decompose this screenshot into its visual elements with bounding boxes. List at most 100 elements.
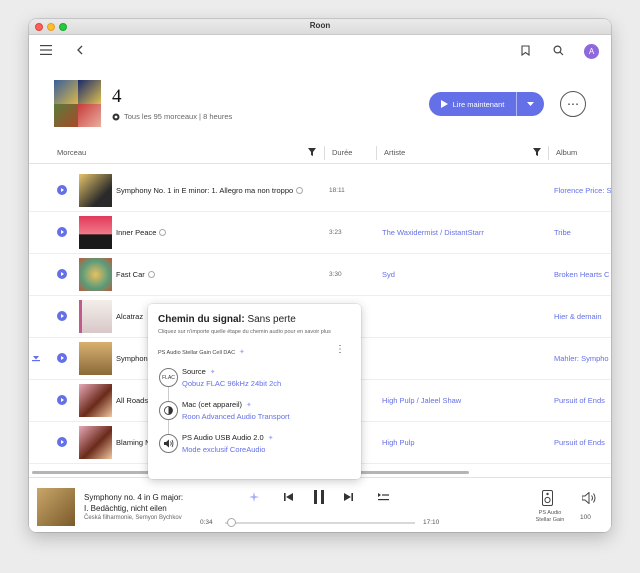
sparkle-icon[interactable] bbox=[249, 492, 259, 502]
playlist-subtitle: Tous les 95 morceaux | 8 heures bbox=[112, 112, 232, 121]
bookmark-icon[interactable] bbox=[518, 43, 532, 57]
track-artist[interactable]: The Waxidermist / DistantStarr bbox=[382, 228, 484, 237]
track-column-headers: Morceau Durée Artiste Album bbox=[29, 142, 611, 164]
album-thumbnail bbox=[79, 216, 112, 249]
play-options-dropdown[interactable] bbox=[517, 92, 544, 116]
info-icon[interactable] bbox=[147, 271, 155, 278]
album-thumbnail bbox=[79, 342, 112, 375]
play-icon bbox=[440, 100, 448, 108]
qobuz-icon bbox=[112, 113, 120, 120]
signal-path-device[interactable]: PS Audio Stellar Gain Cell DAC ✦ bbox=[158, 348, 245, 356]
play-track-button[interactable] bbox=[57, 185, 67, 195]
column-track[interactable]: Morceau bbox=[57, 148, 86, 157]
now-playing-bar: Symphony no. 4 in G major: I. Bedächtig,… bbox=[29, 477, 611, 532]
filter-icon[interactable] bbox=[533, 148, 541, 156]
playlist-header: 4 Tous les 95 morceaux | 8 heures Lire m… bbox=[29, 66, 611, 151]
volume-icon[interactable] bbox=[582, 492, 597, 504]
signal-quality: Sans perte bbox=[247, 314, 296, 325]
column-artist[interactable]: Artiste bbox=[384, 148, 405, 157]
flac-node-icon[interactable]: FLAC bbox=[159, 368, 178, 387]
sparkle-icon: ✦ bbox=[209, 369, 216, 376]
volume-level: 100 bbox=[580, 514, 591, 521]
track-album[interactable]: Tribe bbox=[554, 228, 571, 237]
step-output-detail[interactable]: Mode exclusif CoreAudio bbox=[182, 445, 265, 454]
skip-next-icon[interactable] bbox=[343, 492, 353, 502]
speaker-node-icon[interactable] bbox=[159, 434, 178, 453]
play-track-button[interactable] bbox=[57, 395, 67, 405]
sparkle-icon: ✦ bbox=[239, 349, 245, 356]
step-source-detail[interactable]: Qobuz FLAC 96kHz 24bit 2ch bbox=[182, 379, 281, 388]
download-icon bbox=[32, 356, 40, 362]
track-artist[interactable]: High Pulp bbox=[382, 438, 415, 447]
table-row[interactable]: Symphony No. 1 in E minor: 1. Allegro ma… bbox=[29, 170, 611, 212]
column-divider bbox=[376, 146, 377, 160]
audio-zone[interactable]: PS Audio Stellar Gain bbox=[525, 510, 575, 524]
column-divider bbox=[548, 146, 549, 160]
step-mac-detail[interactable]: Roon Advanced Audio Transport bbox=[182, 412, 290, 421]
top-bar: A bbox=[29, 36, 611, 66]
sparkle-icon: ✦ bbox=[246, 402, 252, 409]
progress-handle[interactable] bbox=[226, 518, 236, 527]
play-track-button[interactable] bbox=[57, 311, 67, 321]
play-now-button[interactable]: Lire maintenant bbox=[429, 92, 544, 116]
title-bar: Roon bbox=[29, 19, 611, 35]
window-title: Roon bbox=[309, 21, 331, 30]
track-title[interactable]: Fast Car bbox=[116, 270, 155, 279]
track-album[interactable]: Broken Hearts C bbox=[554, 270, 609, 279]
column-divider bbox=[324, 146, 325, 160]
play-track-button[interactable] bbox=[57, 269, 67, 279]
back-icon[interactable] bbox=[73, 43, 87, 57]
kebab-menu-icon[interactable]: ⋮ bbox=[335, 344, 345, 355]
now-playing-cover[interactable] bbox=[37, 488, 75, 526]
total-time: 17:10 bbox=[423, 519, 440, 526]
signal-path-popup: Chemin du signal: Sans perte Cliquez sur… bbox=[148, 304, 361, 479]
track-duration: 18:11 bbox=[329, 187, 345, 194]
track-title[interactable]: Blaming N bbox=[116, 438, 151, 447]
track-title[interactable]: Inner Peace bbox=[116, 228, 167, 237]
filter-icon[interactable] bbox=[308, 148, 316, 156]
step-output-title[interactable]: PS Audio USB Audio 2.0 ✦ bbox=[182, 433, 274, 442]
mac-node-icon[interactable] bbox=[159, 401, 178, 420]
track-album[interactable]: Mahler: Sympho bbox=[554, 354, 609, 363]
user-avatar[interactable]: A bbox=[584, 44, 599, 59]
elapsed-time: 0:34 bbox=[200, 519, 213, 526]
step-source-title[interactable]: Source ✦ bbox=[182, 367, 216, 376]
track-artist[interactable]: High Pulp / Jaleel Shaw bbox=[382, 396, 461, 405]
track-title[interactable]: Symphony No. 1 in E minor: 1. Allegro ma… bbox=[116, 186, 304, 195]
column-duration[interactable]: Durée bbox=[332, 148, 352, 157]
track-duration: 3:23 bbox=[329, 229, 342, 236]
info-icon[interactable] bbox=[159, 229, 167, 236]
pause-icon[interactable] bbox=[313, 490, 325, 504]
now-playing-artist[interactable]: Česká filharmonie, Semyon Bychkov bbox=[84, 515, 182, 521]
skip-prev-icon[interactable] bbox=[284, 492, 294, 502]
queue-icon[interactable] bbox=[378, 493, 389, 501]
track-title[interactable]: All Roads bbox=[116, 396, 148, 405]
track-album[interactable]: Florence Price: S bbox=[554, 186, 611, 195]
track-album[interactable]: Hier & demain bbox=[554, 312, 602, 321]
table-row[interactable]: Inner Peace 3:23 The Waxidermist / Dista… bbox=[29, 212, 611, 254]
play-track-button[interactable] bbox=[57, 227, 67, 237]
track-title[interactable]: Alcatraz bbox=[116, 312, 143, 321]
play-track-button[interactable] bbox=[57, 353, 67, 363]
column-album[interactable]: Album bbox=[556, 148, 577, 157]
album-thumbnail bbox=[79, 426, 112, 459]
speaker-icon[interactable] bbox=[542, 490, 553, 506]
album-thumbnail bbox=[79, 384, 112, 417]
search-icon[interactable] bbox=[551, 43, 565, 57]
now-playing-title[interactable]: Symphony no. 4 in G major: bbox=[84, 493, 183, 502]
signal-path-hint: Cliquez sur n'importe quelle étape du ch… bbox=[158, 329, 331, 335]
now-playing-movement[interactable]: I. Bedächtig, nicht eilen bbox=[84, 504, 167, 513]
album-thumbnail bbox=[79, 258, 112, 291]
info-icon[interactable] bbox=[296, 187, 304, 194]
hamburger-icon[interactable] bbox=[39, 43, 53, 57]
play-track-button[interactable] bbox=[57, 437, 67, 447]
progress-bar[interactable] bbox=[225, 522, 415, 524]
play-now-label: Lire maintenant bbox=[452, 99, 505, 109]
table-row[interactable]: Fast Car 3:30 Syd Broken Hearts C bbox=[29, 254, 611, 296]
track-artist[interactable]: Syd bbox=[382, 270, 395, 279]
more-options-button[interactable]: ⋯ bbox=[560, 91, 586, 117]
track-album[interactable]: Pursuit of Ends bbox=[554, 396, 605, 405]
track-album[interactable]: Pursuit of Ends bbox=[554, 438, 605, 447]
track-title[interactable]: Symphon bbox=[116, 354, 148, 363]
step-mac-title[interactable]: Mac (cet appareil) ✦ bbox=[182, 400, 252, 409]
